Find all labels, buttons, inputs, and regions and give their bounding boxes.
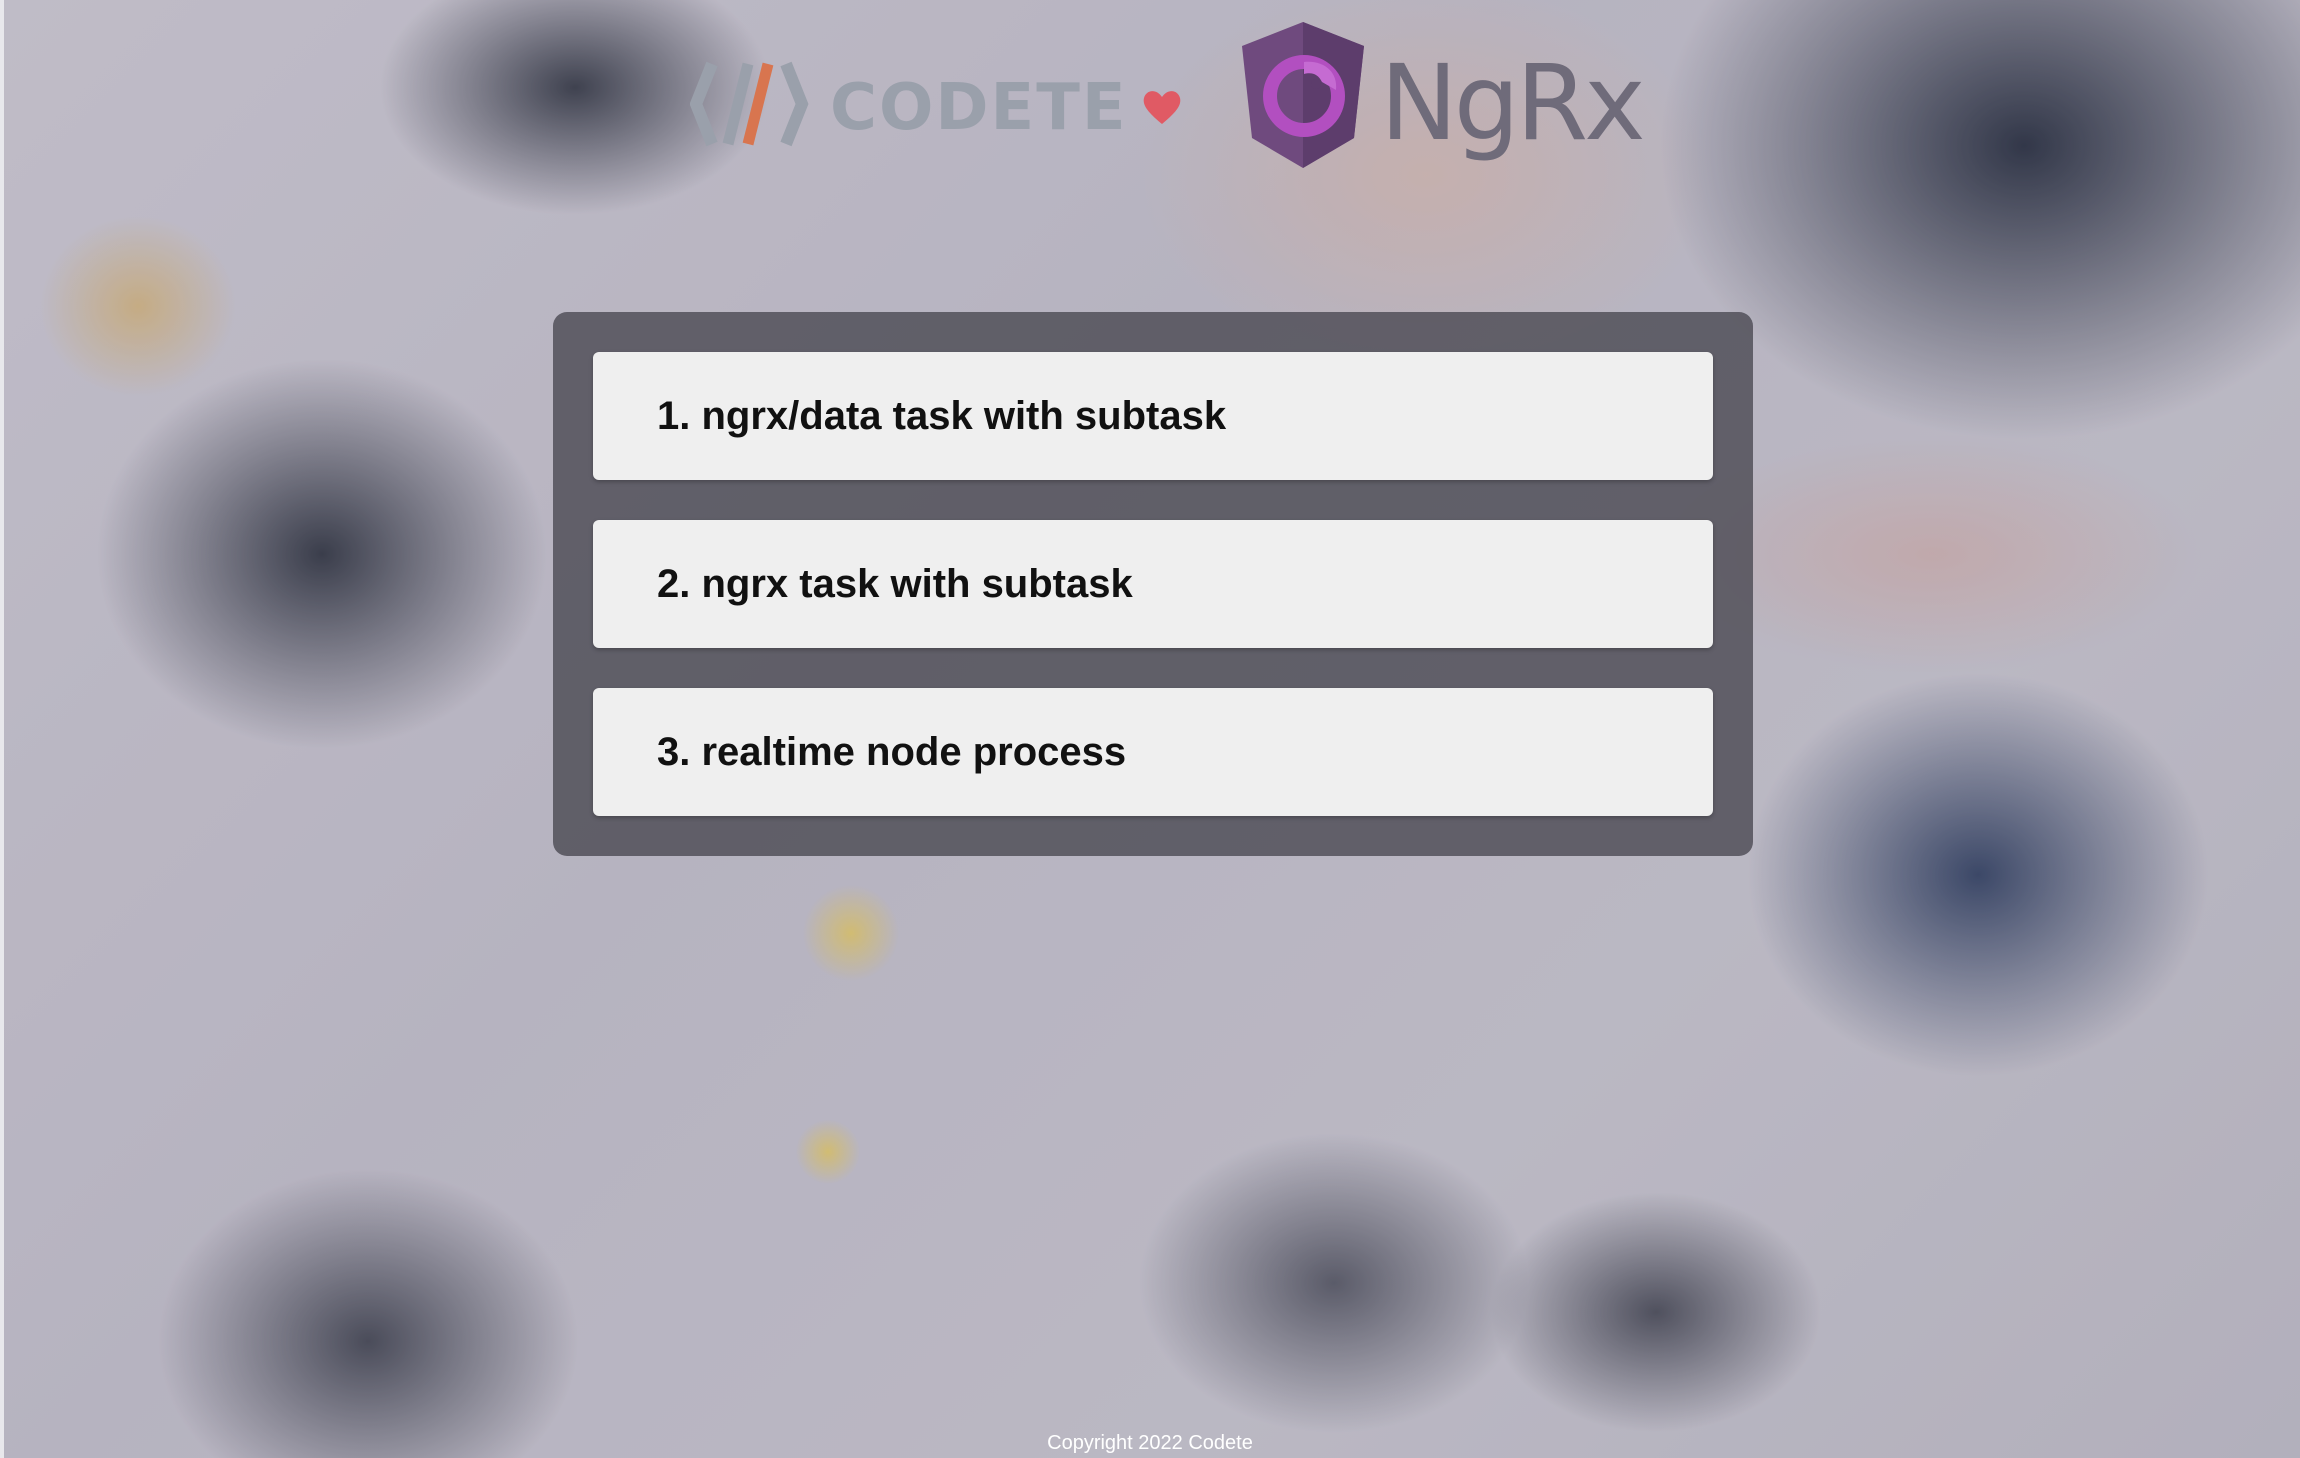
window-edge <box>0 0 4 1458</box>
task-number: 3. <box>657 730 691 774</box>
ngrx-wordmark: NgRx <box>1380 42 1646 164</box>
task-title-rest: with subtask <box>890 562 1133 606</box>
ngrx-logo-icon <box>1242 22 1364 168</box>
codete-logo-icon <box>690 61 809 147</box>
task-title-main: ngrx/data task <box>701 394 973 438</box>
task-item-label: 1. ngrx/data task with subtask <box>657 352 1226 480</box>
task-list-panel: 1. ngrx/data task with subtask 2. ngrx t… <box>553 312 1753 856</box>
app-page: CODETE NgRx 1. ngrx/data task with subta… <box>0 0 2300 1458</box>
codete-wordmark: CODETE <box>830 71 1128 145</box>
task-title-main: realtime <box>701 730 855 774</box>
task-item-1[interactable]: 1. ngrx/data task with subtask <box>593 352 1713 480</box>
heart-icon <box>1143 91 1181 124</box>
task-title-rest: with subtask <box>983 394 1227 438</box>
task-title-main: ngrx task <box>701 562 880 606</box>
footer-copyright: Copyright 2022 Codete <box>1047 1432 1253 1454</box>
task-number: 1. <box>657 394 691 438</box>
task-item-label: 3. realtime node process <box>657 688 1126 816</box>
task-item-2[interactable]: 2. ngrx task with subtask <box>593 520 1713 648</box>
header: CODETE NgRx <box>0 18 2300 168</box>
task-item-label: 2. ngrx task with subtask <box>657 520 1133 648</box>
task-item-3[interactable]: 3. realtime node process <box>593 688 1713 816</box>
task-title-rest: node process <box>866 730 1127 774</box>
task-number: 2. <box>657 562 691 606</box>
